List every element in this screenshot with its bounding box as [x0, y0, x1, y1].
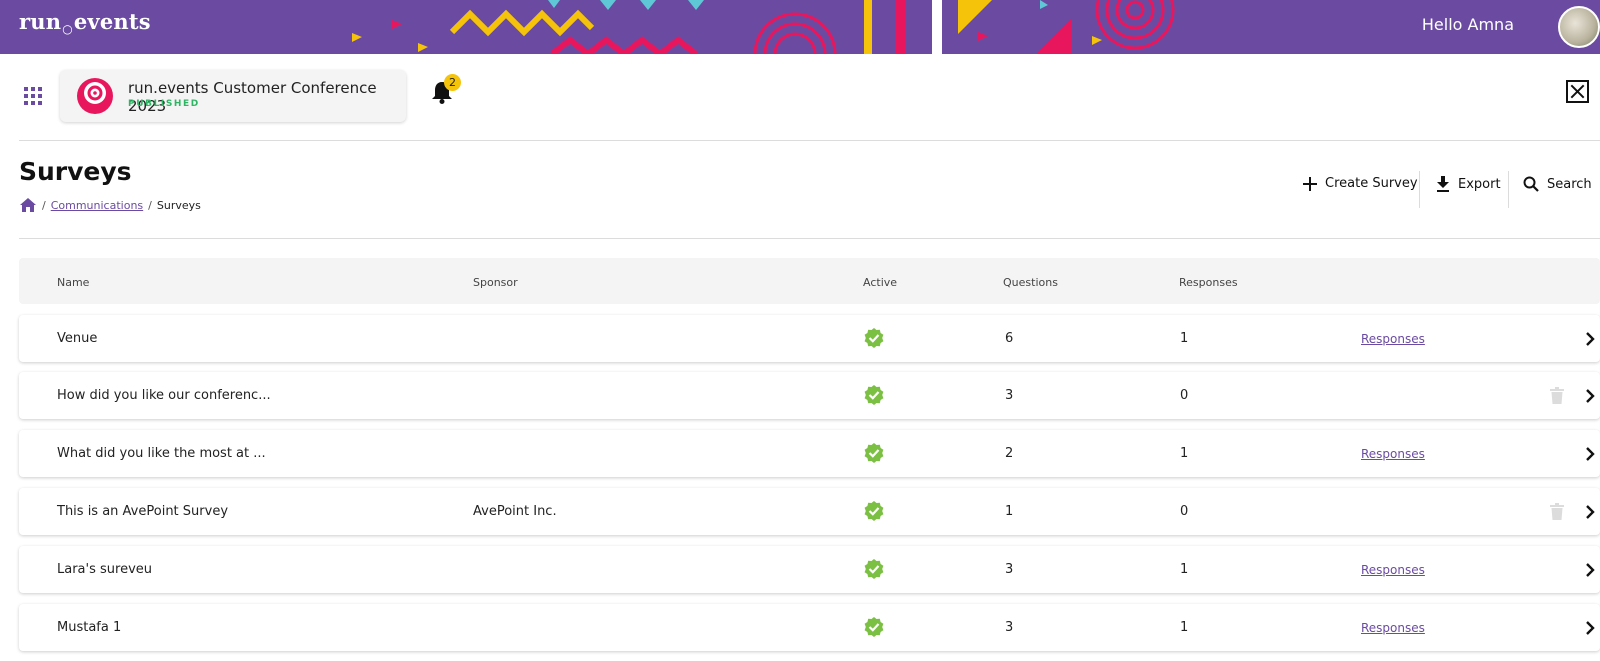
user-avatar[interactable] [1558, 6, 1600, 48]
responses-link[interactable]: Responses [1361, 447, 1425, 461]
apps-grid-icon[interactable] [24, 87, 42, 105]
response-count: 1 [1180, 620, 1189, 635]
banner-decoration [352, 0, 1175, 54]
event-selector[interactable]: run.events Customer Conference 2023 PUBL… [60, 70, 406, 122]
notification-count-badge: 2 [444, 74, 461, 91]
action-divider [1419, 171, 1420, 208]
column-header-active[interactable]: Active [863, 276, 897, 289]
header-divider [19, 140, 1600, 141]
top-banner: run○events Hello Amna [0, 0, 1600, 54]
logo-text-run: run [19, 9, 62, 34]
export-label: Export [1458, 176, 1501, 192]
response-count: 1 [1180, 331, 1189, 346]
breadcrumb-communications-link[interactable]: Communications [51, 199, 143, 212]
question-count: 3 [1005, 620, 1014, 635]
responses-link[interactable]: Responses [1361, 332, 1425, 346]
column-header-responses[interactable]: Responses [1179, 276, 1238, 289]
chevron-right-icon[interactable] [1585, 388, 1595, 404]
survey-sponsor: AvePoint Inc. [473, 504, 557, 519]
event-logo-icon [77, 78, 113, 114]
create-survey-button[interactable]: Create Survey [1303, 176, 1418, 191]
verified-check-icon [864, 501, 884, 521]
search-label: Search [1547, 176, 1592, 192]
plus-icon [1303, 176, 1317, 191]
question-count: 6 [1005, 331, 1014, 346]
event-status-badge: PUBLISHED [128, 99, 200, 109]
survey-name: What did you like the most at ... [57, 446, 266, 461]
event-title: run.events Customer Conference 2023 [128, 79, 377, 115]
question-count: 1 [1005, 504, 1014, 519]
response-count: 1 [1180, 446, 1189, 461]
home-icon[interactable] [19, 197, 37, 213]
verified-check-icon [864, 385, 884, 405]
chevron-right-icon[interactable] [1585, 446, 1595, 462]
survey-name: Venue [57, 331, 98, 346]
title-divider [19, 238, 1600, 239]
trash-icon[interactable] [1550, 503, 1564, 520]
response-count: 0 [1180, 504, 1189, 519]
verified-check-icon [864, 443, 884, 463]
question-count: 3 [1005, 562, 1014, 577]
table-row[interactable]: Venue 6 1 Responses [19, 315, 1600, 362]
table-row[interactable]: What did you like the most at ... 2 1 Re… [19, 430, 1600, 477]
trash-icon[interactable] [1550, 387, 1564, 404]
table-row[interactable]: Lara's sureveu 3 1 Responses [19, 546, 1600, 593]
verified-check-icon [864, 559, 884, 579]
survey-name: Mustafa 1 [57, 620, 122, 635]
logo-text-events: events [73, 9, 151, 34]
search-icon [1523, 176, 1539, 192]
logo-dot: ○ [62, 22, 73, 36]
search-button[interactable]: Search [1523, 176, 1592, 192]
question-count: 2 [1005, 446, 1014, 461]
breadcrumb-separator: / [148, 198, 152, 212]
greeting: Hello Amna [1421, 15, 1514, 34]
close-icon[interactable] [1566, 80, 1589, 103]
chevron-right-icon[interactable] [1585, 331, 1595, 347]
survey-name: How did you like our conferenc... [57, 388, 271, 403]
chevron-right-icon[interactable] [1585, 562, 1595, 578]
column-header-sponsor[interactable]: Sponsor [473, 276, 518, 289]
chevron-right-icon[interactable] [1585, 620, 1595, 636]
create-survey-label: Create Survey [1325, 176, 1418, 191]
download-icon [1437, 176, 1449, 192]
responses-link[interactable]: Responses [1361, 563, 1425, 577]
column-header-name[interactable]: Name [57, 276, 89, 289]
response-count: 1 [1180, 562, 1189, 577]
verified-check-icon [864, 617, 884, 637]
breadcrumb-separator: / [42, 198, 46, 212]
action-divider [1508, 171, 1509, 208]
table-row[interactable]: Mustafa 1 3 1 Responses [19, 604, 1600, 651]
page-title: Surveys [19, 157, 132, 186]
breadcrumb: / Communications / Surveys [19, 197, 201, 213]
responses-link[interactable]: Responses [1361, 621, 1425, 635]
survey-name: This is an AvePoint Survey [57, 504, 229, 519]
breadcrumb-current: Surveys [156, 198, 201, 212]
table-header: Name Sponsor Active Questions Responses [19, 258, 1600, 304]
table-row[interactable]: How did you like our conferenc... 3 0 [19, 372, 1600, 419]
export-button[interactable]: Export [1436, 176, 1501, 192]
question-count: 3 [1005, 388, 1014, 403]
response-count: 0 [1180, 388, 1189, 403]
survey-name: Lara's sureveu [57, 562, 152, 577]
runevents-logo[interactable]: run○events [19, 9, 151, 36]
chevron-right-icon[interactable] [1585, 504, 1595, 520]
column-header-questions[interactable]: Questions [1003, 276, 1058, 289]
verified-check-icon [864, 328, 884, 348]
table-row[interactable]: This is an AvePoint Survey AvePoint Inc.… [19, 488, 1600, 535]
